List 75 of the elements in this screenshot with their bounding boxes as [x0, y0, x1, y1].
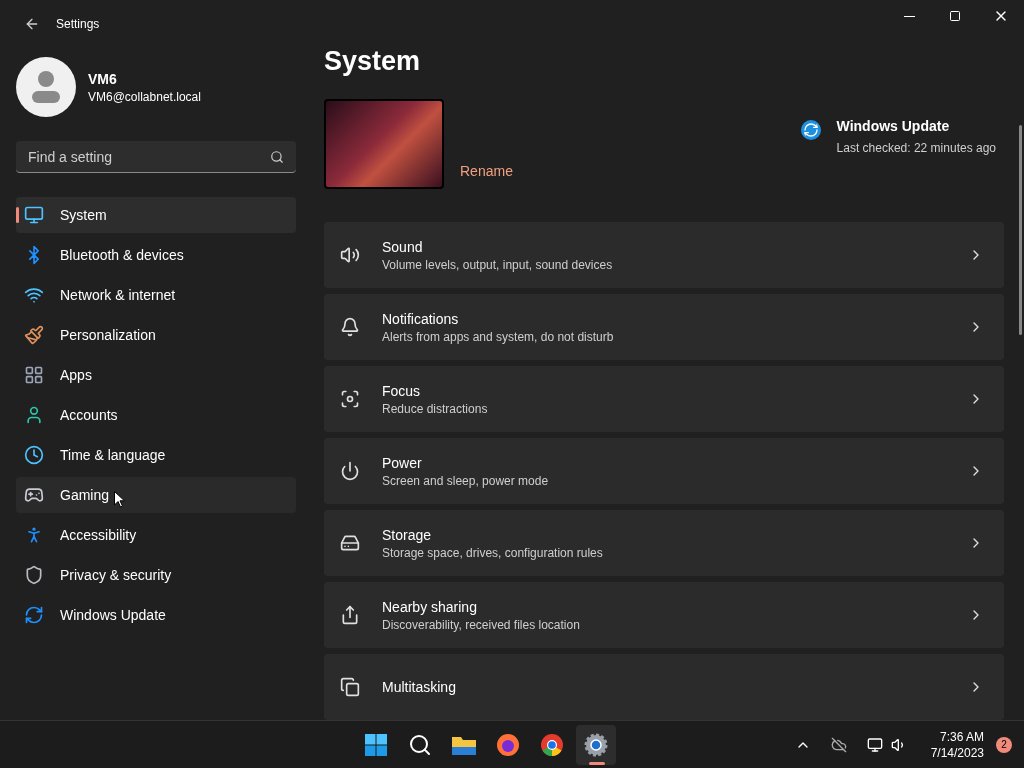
page-title: System	[324, 44, 422, 78]
minimize-icon	[903, 15, 915, 17]
setting-title: Multitasking	[382, 678, 457, 697]
share-icon	[340, 605, 360, 625]
taskbar-app[interactable]	[576, 724, 617, 765]
clock-icon	[24, 445, 44, 465]
power-icon	[340, 461, 360, 481]
gear-icon	[584, 732, 609, 757]
person-silhouette-icon	[31, 69, 61, 105]
setting-description: Storage space, drives, configuration rules	[382, 545, 604, 561]
focus-icon	[340, 389, 360, 409]
setting-title: Notifications	[382, 310, 460, 329]
setting-title: Power	[382, 454, 423, 473]
rename-link[interactable]: Rename	[460, 161, 513, 181]
setting-title: Storage	[382, 526, 433, 545]
sidebar-item[interactable]: Bluetooth & devices	[16, 237, 296, 273]
firefox-icon	[496, 732, 521, 757]
wifi-icon	[24, 285, 44, 305]
active-indicator	[589, 761, 606, 765]
mouse-cursor-icon	[114, 491, 125, 508]
notification-badge[interactable]: 2	[996, 736, 1012, 753]
settings-card[interactable]: Power Screen and sleep, power mode	[324, 438, 1004, 504]
account-email: VM6@collabnet.local	[88, 89, 201, 105]
settings-card[interactable]: Focus Reduce distractions	[324, 366, 1004, 432]
sidebar-item[interactable]: System	[16, 197, 296, 233]
settings-card[interactable]: Multitasking	[324, 654, 1004, 720]
person-icon	[24, 405, 44, 425]
sidebar-item[interactable]: Windows Update	[16, 597, 296, 633]
sidebar-item[interactable]: Network & internet	[16, 277, 296, 313]
speaker-icon	[340, 245, 360, 265]
setting-description: Reduce distractions	[382, 401, 489, 417]
sidebar-item[interactable]: Accessibility	[16, 517, 296, 553]
sidebar-item[interactable]: Privacy & security	[16, 557, 296, 593]
settings-card[interactable]: Storage Storage space, drives, configuration rules	[324, 510, 1004, 576]
scrollbar[interactable]	[1019, 125, 1022, 335]
start-icon	[364, 732, 389, 757]
window-title: Settings	[56, 16, 100, 32]
settings-card[interactable]: Sound Volume levels, output, input, sound devices	[324, 222, 1004, 288]
refresh-icon	[24, 605, 44, 625]
sidebar-item[interactable]: Personalization	[16, 317, 296, 353]
settings-card[interactable]: Notifications Alerts from apps and system, do not disturb	[324, 294, 1004, 360]
search-icon	[408, 732, 433, 757]
bell-icon	[340, 317, 360, 337]
drive-icon	[340, 533, 360, 553]
setting-title: Nearby sharing	[382, 598, 478, 617]
setting-description: Screen and sleep, power mode	[382, 473, 550, 489]
setting-description: Discoverability, received files location	[382, 617, 581, 633]
settings-card[interactable]: Nearby sharing Discoverability, received files location	[324, 582, 1004, 648]
paintbrush-icon	[24, 325, 44, 345]
update-title[interactable]: Windows Update	[836, 116, 996, 136]
setting-title: Focus	[382, 382, 422, 401]
setting-title: Sound	[382, 238, 424, 257]
grid-icon	[24, 365, 44, 385]
sidebar-item[interactable]: Gaming	[16, 477, 296, 513]
shield-icon	[24, 565, 44, 585]
account-name: VM6	[88, 70, 118, 89]
chrome-icon	[540, 732, 565, 757]
clock-date[interactable]: 7/14/2023	[930, 744, 984, 761]
cloud-off-icon[interactable]	[830, 736, 847, 753]
search-icon	[270, 150, 284, 164]
setting-description: Alerts from apps and system, do not disturb	[382, 329, 615, 345]
selection-indicator	[16, 207, 19, 223]
update-icon	[800, 120, 821, 140]
clock-time[interactable]: 7:36 AM	[940, 728, 984, 745]
search-field[interactable]: Find a setting	[16, 141, 296, 173]
sidebar-item[interactable]: Time & language	[16, 437, 296, 473]
update-status: Last checked: 22 minutes ago	[836, 140, 996, 156]
setting-description: Volume levels, output, input, sound devices	[382, 257, 614, 273]
sidebar-item[interactable]: Apps	[16, 357, 296, 393]
sidebar-item[interactable]: Accounts	[16, 397, 296, 433]
restore-icon	[949, 10, 961, 22]
gamepad-icon	[24, 485, 44, 505]
monitor-icon	[24, 205, 44, 225]
windows-icon	[340, 677, 360, 697]
wallpaper-thumbnail[interactable]	[324, 99, 444, 189]
